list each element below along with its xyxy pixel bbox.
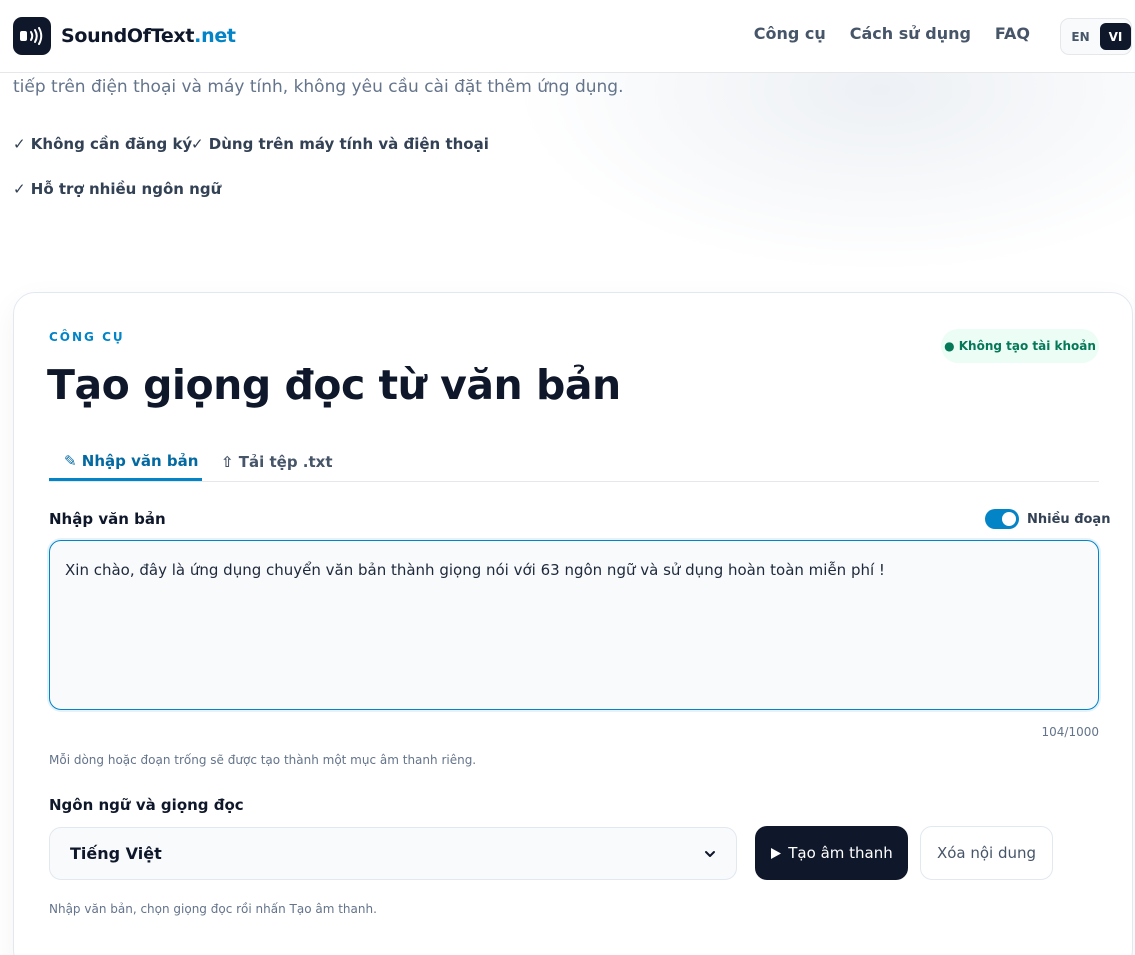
site-logo[interactable]: SoundOfText.net [13,17,236,55]
multi-paragraph-toggle[interactable] [985,509,1019,529]
input-mode-tabs: ✎ Nhập văn bản ⇧ Tải tệp .txt [49,433,1099,482]
logo-tld: .net [194,25,236,47]
logo-name: SoundOfText [61,25,195,47]
tts-tool-card: CÔNG CỤ ● Không tạo tài khoản Tạo giọng … [13,292,1133,955]
tab-upload-txt[interactable]: ⇧ Tải tệp .txt [206,433,348,481]
tool-eyebrow: CÔNG CỤ [49,330,125,344]
no-account-badge: ● Không tạo tài khoản [941,329,1099,363]
nav-link-how-to-use[interactable]: Cách sử dụng [850,24,971,43]
site-header: SoundOfText.net Công cụ Cách sử dụng FAQ… [0,0,1135,73]
character-counter: 104/1000 [1041,725,1100,739]
voice-select-label: Ngôn ngữ và giọng đọc [49,796,244,814]
sound-wave-icon [13,17,51,55]
language-en-button[interactable]: EN [1065,23,1096,50]
nav-link-faq[interactable]: FAQ [995,24,1030,43]
voice-select[interactable]: Tiếng Việt [49,827,737,880]
selected-voice: Tiếng Việt [70,844,162,863]
generate-audio-button[interactable]: Tạo âm thanh [755,826,908,880]
main-nav: Công cụ Cách sử dụng FAQ [754,24,1030,43]
feature-cross-device: ✓ Dùng trên máy tính và điện thoại [191,135,489,153]
intro-text: tiếp trên điện thoại và máy tính, không … [13,77,624,97]
status-hint: Nhập văn bản, chọn giọng đọc rồi nhấn Tạ… [49,902,377,916]
feature-no-signup: ✓ Không cần đăng ký [13,135,193,153]
nav-link-tools[interactable]: Công cụ [754,24,826,43]
multi-paragraph-label: Nhiều đoạn [1027,511,1111,527]
text-input-area[interactable]: Xin chào, đây là ứng dụng chuyển văn bản… [49,540,1099,710]
clear-content-button[interactable]: Xóa nội dung [920,826,1053,880]
text-input-label: Nhập văn bản [49,510,166,528]
language-switcher: EN VI [1060,18,1132,55]
logo-text: SoundOfText.net [61,25,236,47]
tool-title: Tạo giọng đọc từ văn bản [47,361,621,409]
play-icon [771,847,782,859]
generate-audio-label: Tạo âm thanh [788,844,893,862]
toggle-knob [1002,512,1016,526]
language-vi-button[interactable]: VI [1100,23,1131,50]
paragraph-hint: Mỗi dòng hoặc đoạn trống sẽ được tạo thà… [49,753,477,767]
chevron-down-icon [705,850,715,857]
multi-paragraph-toggle-group: Nhiều đoạn [985,508,1110,530]
tab-enter-text[interactable]: ✎ Nhập văn bản [49,433,202,481]
feature-multi-language: ✓ Hỗ trợ nhiều ngôn ngữ [13,180,222,198]
